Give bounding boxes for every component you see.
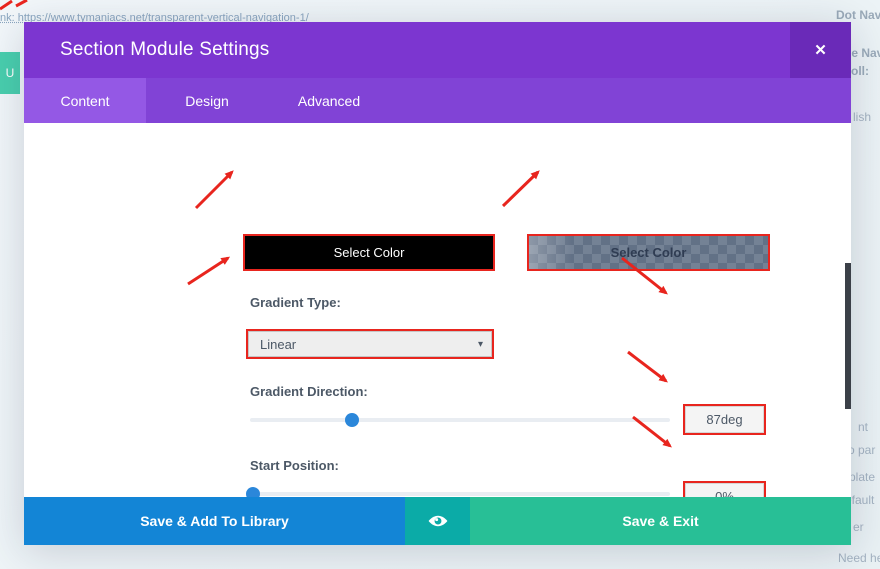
background-text: o par [848, 443, 875, 457]
save-and-exit-button[interactable]: Save & Exit [470, 497, 851, 545]
start-position-input[interactable]: 0% [683, 481, 766, 497]
tab-advanced[interactable]: Advanced [268, 78, 390, 123]
tab-design[interactable]: Design [146, 78, 268, 123]
gradient-direction-input[interactable]: 87deg [683, 404, 766, 435]
gradient-direction-slider[interactable] [250, 413, 670, 427]
annotation-mark [0, 1, 12, 9]
gradient-type-value: Linear [248, 337, 478, 352]
background-text: lish [853, 110, 871, 124]
modal-scrollbar-thumb[interactable] [845, 263, 851, 409]
section-module-settings-modal: Section Module Settings ✕ Content Design… [24, 22, 851, 545]
preview-button[interactable] [405, 497, 470, 545]
modal-footer: Save & Add To Library Save & Exit [24, 497, 851, 545]
background-text: er [853, 520, 864, 534]
slider-track[interactable] [250, 418, 670, 422]
slider-handle[interactable] [345, 413, 359, 427]
modal-header: Section Module Settings ✕ [24, 22, 851, 78]
background-text: Dot Navi [836, 8, 880, 22]
gradient-direction-label: Gradient Direction: [250, 384, 368, 399]
slider-handle[interactable] [246, 487, 260, 497]
start-position-slider[interactable] [250, 487, 670, 497]
background-text: le Nav [848, 46, 880, 60]
background-text: Need help [838, 551, 880, 565]
slider-track[interactable] [250, 492, 670, 496]
second-color-select-button[interactable]: Select Color [527, 234, 770, 271]
chevron-down-icon: ▾ [478, 339, 492, 350]
background-text: nt [858, 420, 868, 434]
settings-content: Select Color Select Color Gradient Type:… [24, 123, 851, 497]
gradient-type-select[interactable]: Linear ▾ [246, 329, 494, 359]
tab-content[interactable]: Content [24, 78, 146, 123]
background-badge: U [0, 52, 20, 94]
start-position-label: Start Position: [250, 458, 339, 473]
first-color-select-button[interactable]: Select Color [243, 234, 495, 271]
modal-title: Section Module Settings [24, 39, 270, 61]
close-button[interactable]: ✕ [790, 22, 851, 78]
annotation-mark [16, 0, 27, 6]
tab-bar: Content Design Advanced [24, 78, 851, 123]
save-add-to-library-button[interactable]: Save & Add To Library [24, 497, 405, 545]
background-text: oll: [851, 64, 869, 78]
background-text: plate [849, 470, 875, 484]
preview-eye-icon [426, 509, 450, 533]
close-icon: ✕ [814, 41, 827, 59]
gradient-type-label: Gradient Type: [250, 295, 341, 310]
